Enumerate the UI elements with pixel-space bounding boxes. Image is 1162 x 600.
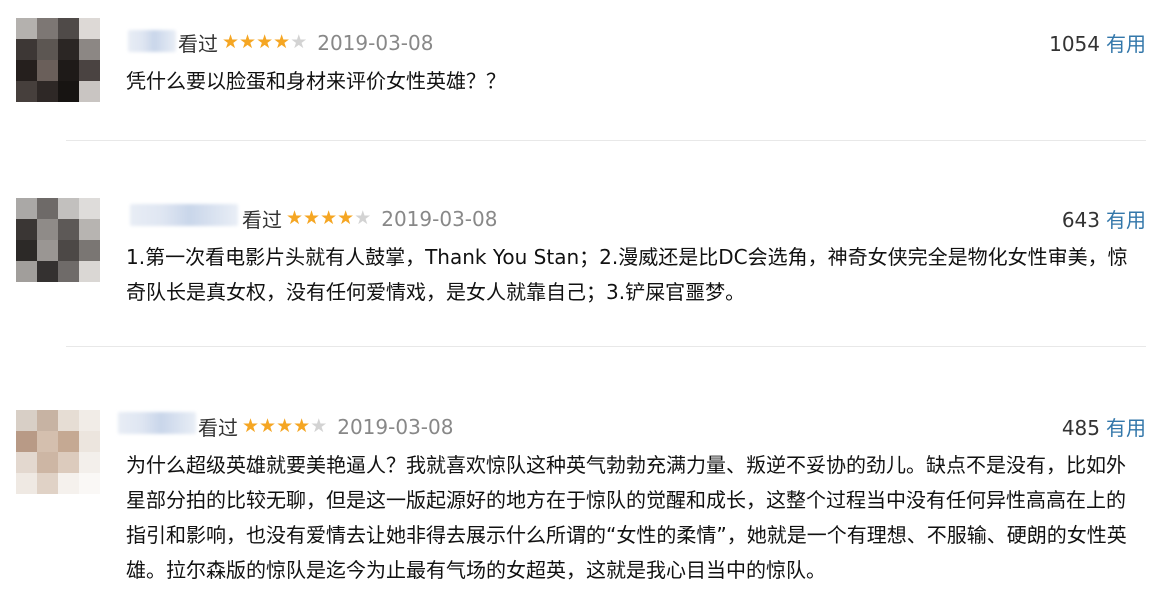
comment-meta: 看过 ★ ★ ★ ★ ★ 2019-03-08 — [242, 204, 497, 233]
star-icon: ★ — [239, 31, 257, 53]
username[interactable] — [128, 30, 176, 52]
useful-button[interactable]: 有用 — [1106, 208, 1146, 232]
rating-stars: ★ ★ ★ ★ ★ — [222, 33, 307, 52]
useful-button[interactable]: 有用 — [1106, 32, 1146, 56]
comment-date: 2019-03-08 — [317, 30, 434, 55]
avatar[interactable] — [16, 198, 100, 282]
watched-status: 看过 — [178, 32, 218, 56]
useful-button[interactable]: 有用 — [1106, 416, 1146, 440]
star-icon: ★ — [293, 415, 311, 437]
comment-text: 为什么超级英雄就要美艳逼人？我就喜欢惊队这种英气勃勃充满力量、叛逆不妥协的劲儿。… — [126, 453, 1127, 582]
star-icon: ★ — [337, 207, 355, 229]
star-icon: ★ — [259, 415, 277, 437]
avatar[interactable] — [16, 410, 100, 494]
useful-count: 643 — [1061, 208, 1100, 232]
rating-stars: ★ ★ ★ ★ ★ — [286, 209, 371, 228]
vote-area: 643 有用 — [1062, 204, 1146, 233]
comment-date: 2019-03-08 — [337, 414, 454, 439]
username[interactable] — [130, 204, 238, 226]
useful-count: 1054 — [1049, 32, 1100, 56]
star-empty-icon: ★ — [354, 207, 372, 229]
rating-stars: ★ ★ ★ ★ ★ — [242, 417, 327, 436]
comment-text: 1.第一次看电影片头就有人鼓掌，Thank You Stan；2.漫威还是比DC… — [126, 245, 1128, 304]
star-icon: ★ — [303, 207, 321, 229]
username[interactable] — [118, 412, 196, 434]
divider — [66, 140, 1146, 141]
star-empty-icon: ★ — [290, 31, 308, 53]
star-icon: ★ — [276, 415, 294, 437]
vote-area: 485 有用 — [1062, 412, 1146, 441]
comment-date: 2019-03-08 — [381, 206, 498, 231]
comment-text: 凭什么要以脸蛋和身材来评价女性英雄？？ — [126, 69, 506, 93]
avatar[interactable] — [16, 18, 100, 102]
comment-meta: 看过 ★ ★ ★ ★ ★ 2019-03-08 — [178, 28, 433, 57]
watched-status: 看过 — [198, 416, 238, 440]
star-icon: ★ — [320, 207, 338, 229]
vote-area: 1054 有用 — [1049, 28, 1146, 57]
star-icon: ★ — [273, 31, 291, 53]
star-icon: ★ — [242, 415, 260, 437]
star-icon: ★ — [222, 31, 240, 53]
watched-status: 看过 — [242, 208, 282, 232]
comment-meta: 看过 ★ ★ ★ ★ ★ 2019-03-08 — [198, 412, 453, 441]
star-icon: ★ — [286, 207, 304, 229]
star-icon: ★ — [256, 31, 274, 53]
star-empty-icon: ★ — [310, 415, 328, 437]
divider — [66, 346, 1146, 347]
useful-count: 485 — [1061, 416, 1100, 440]
